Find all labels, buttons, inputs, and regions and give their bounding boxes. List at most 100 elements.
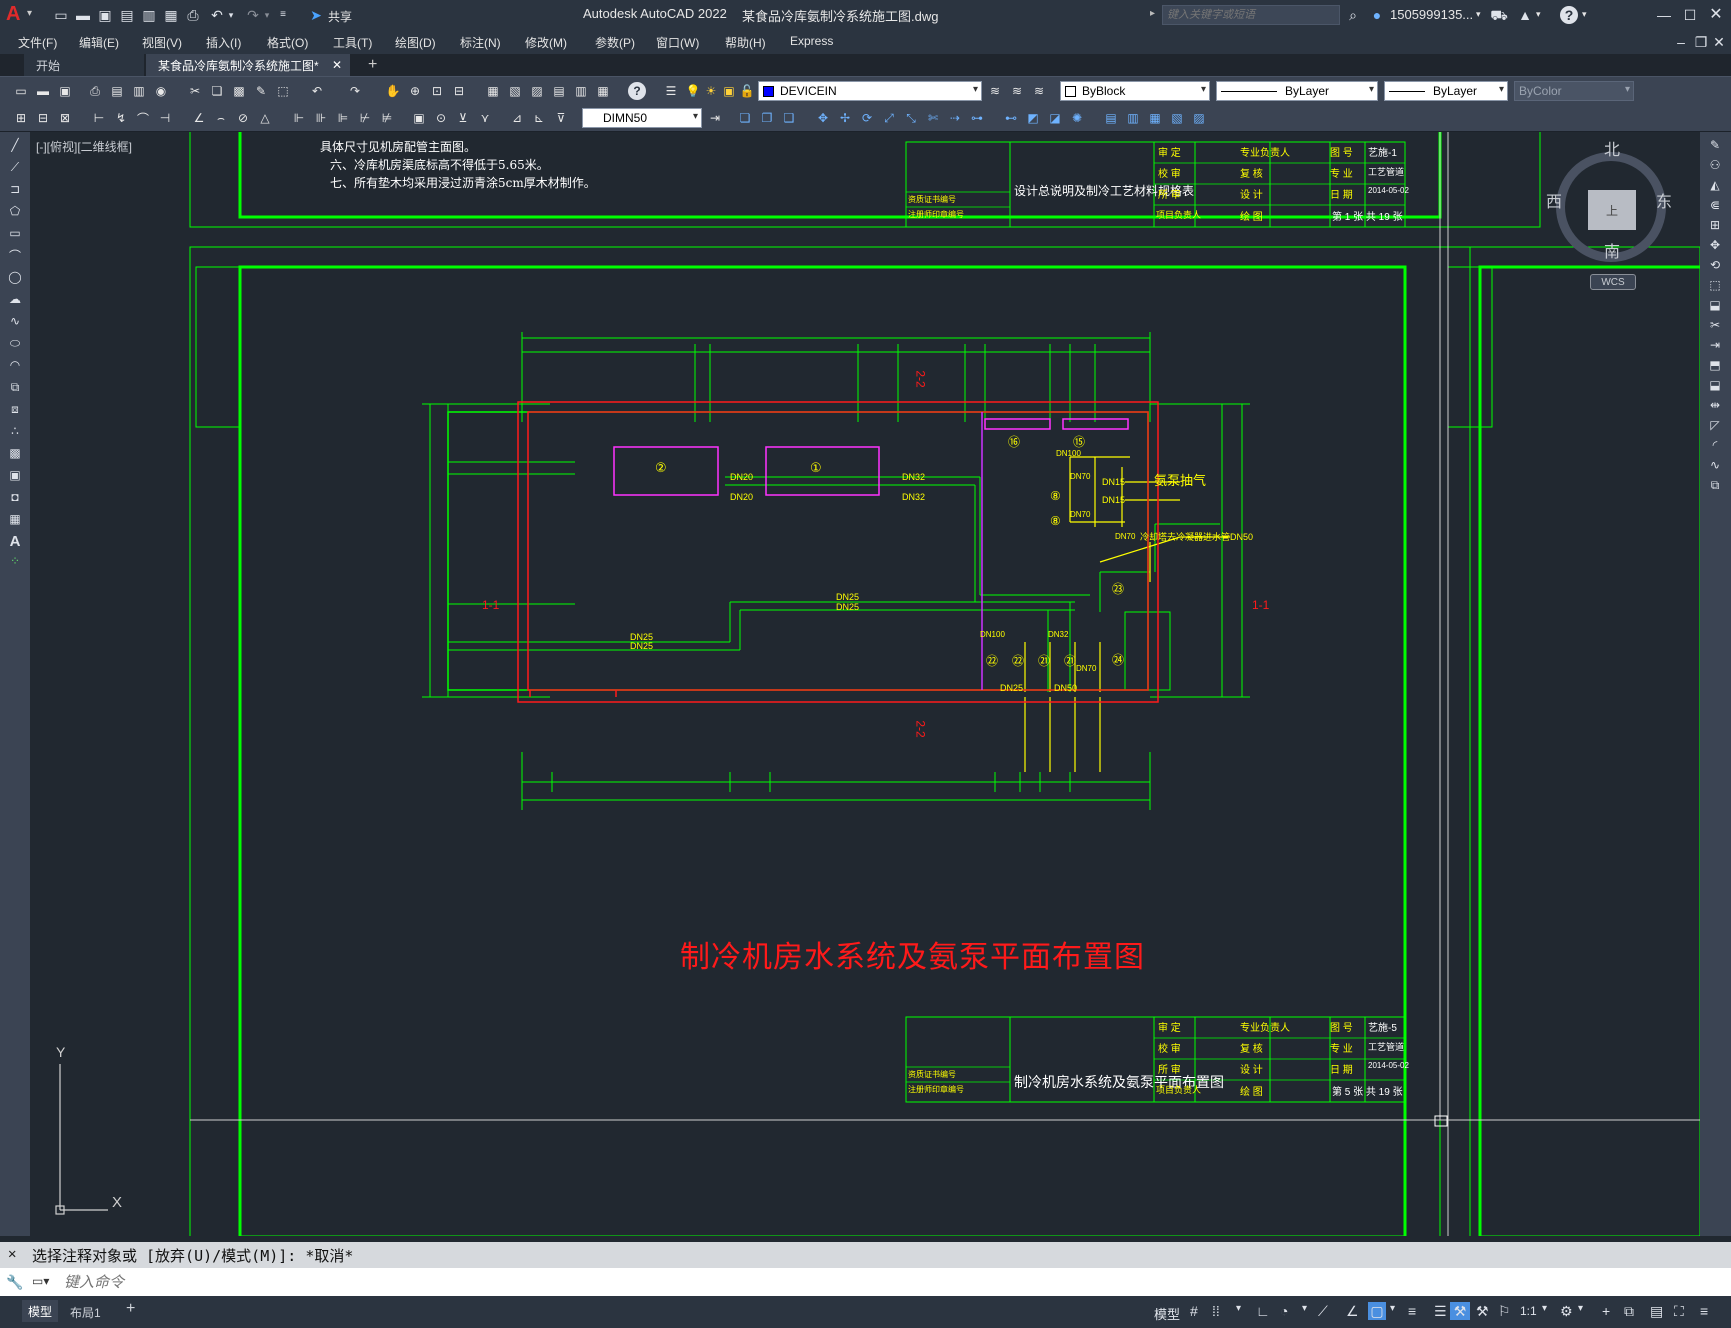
scale-dropdown-icon[interactable]: ▾ — [1542, 1303, 1547, 1314]
tool-palettes-icon[interactable]: ▨ — [528, 82, 546, 100]
fillet-object-icon[interactable]: ◜ — [1706, 436, 1724, 454]
menu-modify[interactable]: 修改(M) — [525, 34, 567, 51]
plot-preview-icon[interactable]: ▤ — [108, 82, 126, 100]
polar-dropdown-icon[interactable]: ▾ — [1302, 1303, 1307, 1314]
menu-file[interactable]: 文件(F) — [18, 34, 57, 51]
workspace-dropdown-icon[interactable]: ▾ — [1578, 1303, 1583, 1314]
dim-edit-icon[interactable]: ⊻ — [454, 109, 472, 127]
tab-start[interactable]: 开始 — [24, 54, 144, 76]
menu-draw[interactable]: 绘图(D) — [395, 34, 436, 51]
undo-dropdown-icon[interactable]: ▾ — [226, 6, 236, 24]
object-snap-icon[interactable]: ▢ — [1368, 1302, 1386, 1320]
construction-line-icon[interactable]: ⟋ — [6, 158, 24, 176]
dim-continue-icon[interactable]: ⊩ — [290, 109, 308, 127]
workspace-gear-icon[interactable]: ⚙ — [1560, 1303, 1573, 1320]
object-snap-dropdown-icon[interactable]: ▾ — [1390, 1303, 1395, 1314]
dim-override-icon[interactable]: ⊾ — [530, 109, 548, 127]
mirror-object-icon[interactable]: ◭ — [1706, 176, 1724, 194]
join-object-icon[interactable]: ⇹ — [1706, 396, 1724, 414]
move-icon[interactable]: ✢ — [836, 109, 854, 127]
app-menu-chevron-icon[interactable]: ▾ — [27, 8, 32, 19]
viewcube-top-face[interactable]: 上 — [1588, 190, 1636, 230]
insert-block-icon[interactable]: ⧉ — [6, 378, 24, 396]
menu-parametric[interactable]: 参数(P) — [595, 34, 635, 51]
offset-object-icon[interactable]: ⋐ — [1706, 196, 1724, 214]
menu-window[interactable]: 窗口(W) — [656, 34, 699, 51]
quick-properties-icon[interactable]: ▤ — [1650, 1303, 1663, 1320]
autodesk-app-icon[interactable]: ▲ — [1516, 6, 1534, 24]
match-properties-icon[interactable]: ✎ — [252, 82, 270, 100]
copy-object-icon[interactable]: ⚇ — [1706, 156, 1724, 174]
block-editor-icon[interactable]: ⬚ — [274, 82, 292, 100]
dim-text-edit-icon[interactable]: ⋎ — [476, 109, 494, 127]
copy-icon[interactable]: ❏ — [208, 82, 226, 100]
user-account-label[interactable]: 1505999135... — [1390, 7, 1473, 22]
dim-reassociate-icon[interactable]: ⊽ — [552, 109, 570, 127]
ellipse-arc-icon[interactable]: ◠ — [6, 356, 24, 374]
markup-icon[interactable]: ▥ — [572, 82, 590, 100]
model-space-button[interactable]: 模型 — [1154, 1304, 1180, 1323]
break-object-icon[interactable]: ⬓ — [1706, 376, 1724, 394]
share-button[interactable]: 共享 — [328, 8, 352, 25]
command-close-icon[interactable]: ✕ — [8, 1246, 16, 1262]
open-file-icon[interactable]: ▬ — [74, 6, 92, 24]
doc-close-icon[interactable]: ✕ — [1712, 34, 1726, 50]
array-object-icon[interactable]: ⊞ — [1706, 216, 1724, 234]
spline-icon[interactable]: ∿ — [6, 312, 24, 330]
search-expand-icon[interactable]: ▸ — [1150, 8, 1155, 19]
offset-icon[interactable]: ❑ — [780, 109, 798, 127]
dim-jogged-linear-icon[interactable]: ⊙ — [432, 109, 450, 127]
make-current-layer-icon[interactable]: ≋ — [986, 82, 1004, 100]
inspection-icon[interactable]: ▣ — [410, 109, 428, 127]
revision-cloud-icon[interactable]: ☁ — [6, 290, 24, 308]
layer-dropdown[interactable]: DEVICEIN ▾ — [758, 81, 982, 101]
web-mobile-save-icon[interactable]: ▦ — [162, 6, 180, 24]
plot-tb-icon[interactable]: ⎙ — [86, 82, 104, 100]
units-icon[interactable]: ⧉ — [1624, 1303, 1634, 1320]
doc-minimize-icon[interactable]: – — [1674, 34, 1688, 50]
dim-break-icon[interactable]: ⊫ — [334, 109, 352, 127]
line-icon[interactable]: ╱ — [6, 136, 24, 154]
layer-freeze-icon[interactable]: ☀ — [702, 82, 720, 100]
user-dropdown-icon[interactable]: ▾ — [1476, 9, 1481, 20]
tab-drawing[interactable]: 某食品冷库氨制冷系统施工图* ✕ — [146, 54, 350, 76]
doc-restore-icon[interactable]: ❐ — [1694, 34, 1708, 50]
trim-icon[interactable]: ✄ — [924, 109, 942, 127]
region-icon[interactable]: ◘ — [6, 488, 24, 506]
dim-quick-icon[interactable]: ⊘ — [234, 109, 252, 127]
rotate-object-icon[interactable]: ⟲ — [1706, 256, 1724, 274]
rotate-icon[interactable]: ⟳ — [858, 109, 876, 127]
copy-tb-icon[interactable]: ❏ — [736, 109, 754, 127]
dim-space-icon[interactable]: ⊪ — [312, 109, 330, 127]
multiline-text-icon[interactable]: A — [6, 532, 24, 550]
center-mark-icon[interactable]: ⊭ — [378, 109, 396, 127]
viewcube-east[interactable]: 东 — [1656, 188, 1672, 212]
save-tb-icon[interactable]: ▣ — [56, 82, 74, 100]
extend-object-icon[interactable]: ⇥ — [1706, 336, 1724, 354]
snap-icon[interactable]: ⁞⁞ — [1212, 1303, 1220, 1319]
plot-style-icon[interactable]: ▧ — [1168, 109, 1186, 127]
annotation-visibility-icon[interactable]: ⚒ — [1450, 1302, 1470, 1320]
viewcube-south[interactable]: 南 — [1604, 238, 1620, 262]
blend-curves-icon[interactable]: ∿ — [1706, 456, 1724, 474]
stretch-icon[interactable]: ⤡ — [902, 109, 920, 127]
annotation-scale-icon[interactable]: ⚐ — [1498, 1303, 1511, 1320]
extend-icon[interactable]: ⇢ — [946, 109, 964, 127]
polar-icon[interactable]: ◔ — [1280, 1303, 1288, 1319]
scale-object-icon[interactable]: ⬚ — [1706, 276, 1724, 294]
pan-icon[interactable]: ✋ — [384, 82, 402, 100]
multileader-style-icon[interactable]: ▦ — [1146, 109, 1164, 127]
customize-quick-access-icon[interactable]: ≡ — [276, 6, 290, 24]
ellipse-icon[interactable]: ⬭ — [6, 334, 24, 352]
chamfer-icon[interactable]: ◩ — [1024, 109, 1042, 127]
dim-baseline-icon[interactable]: △ — [256, 109, 274, 127]
gradient-icon[interactable]: ▣ — [6, 466, 24, 484]
qdim-icon[interactable]: ⊞ — [12, 109, 30, 127]
dimstyle-dropdown[interactable]: DIMN50 ▾ — [582, 108, 702, 128]
dim-aligned-icon[interactable]: ⊠ — [56, 109, 74, 127]
autocad-logo-icon[interactable]: A — [6, 3, 20, 26]
tab-close-icon[interactable]: ✕ — [332, 58, 342, 72]
drawing-canvas[interactable]: [-][俯视][二维线框] 具体尺寸见机房配管主面图。 六、冷库机房渠底标高不得… — [30, 132, 1700, 1236]
color-dropdown[interactable]: ByBlock ▾ — [1060, 81, 1210, 101]
autodesk-app-dropdown-icon[interactable]: ▾ — [1536, 9, 1541, 20]
